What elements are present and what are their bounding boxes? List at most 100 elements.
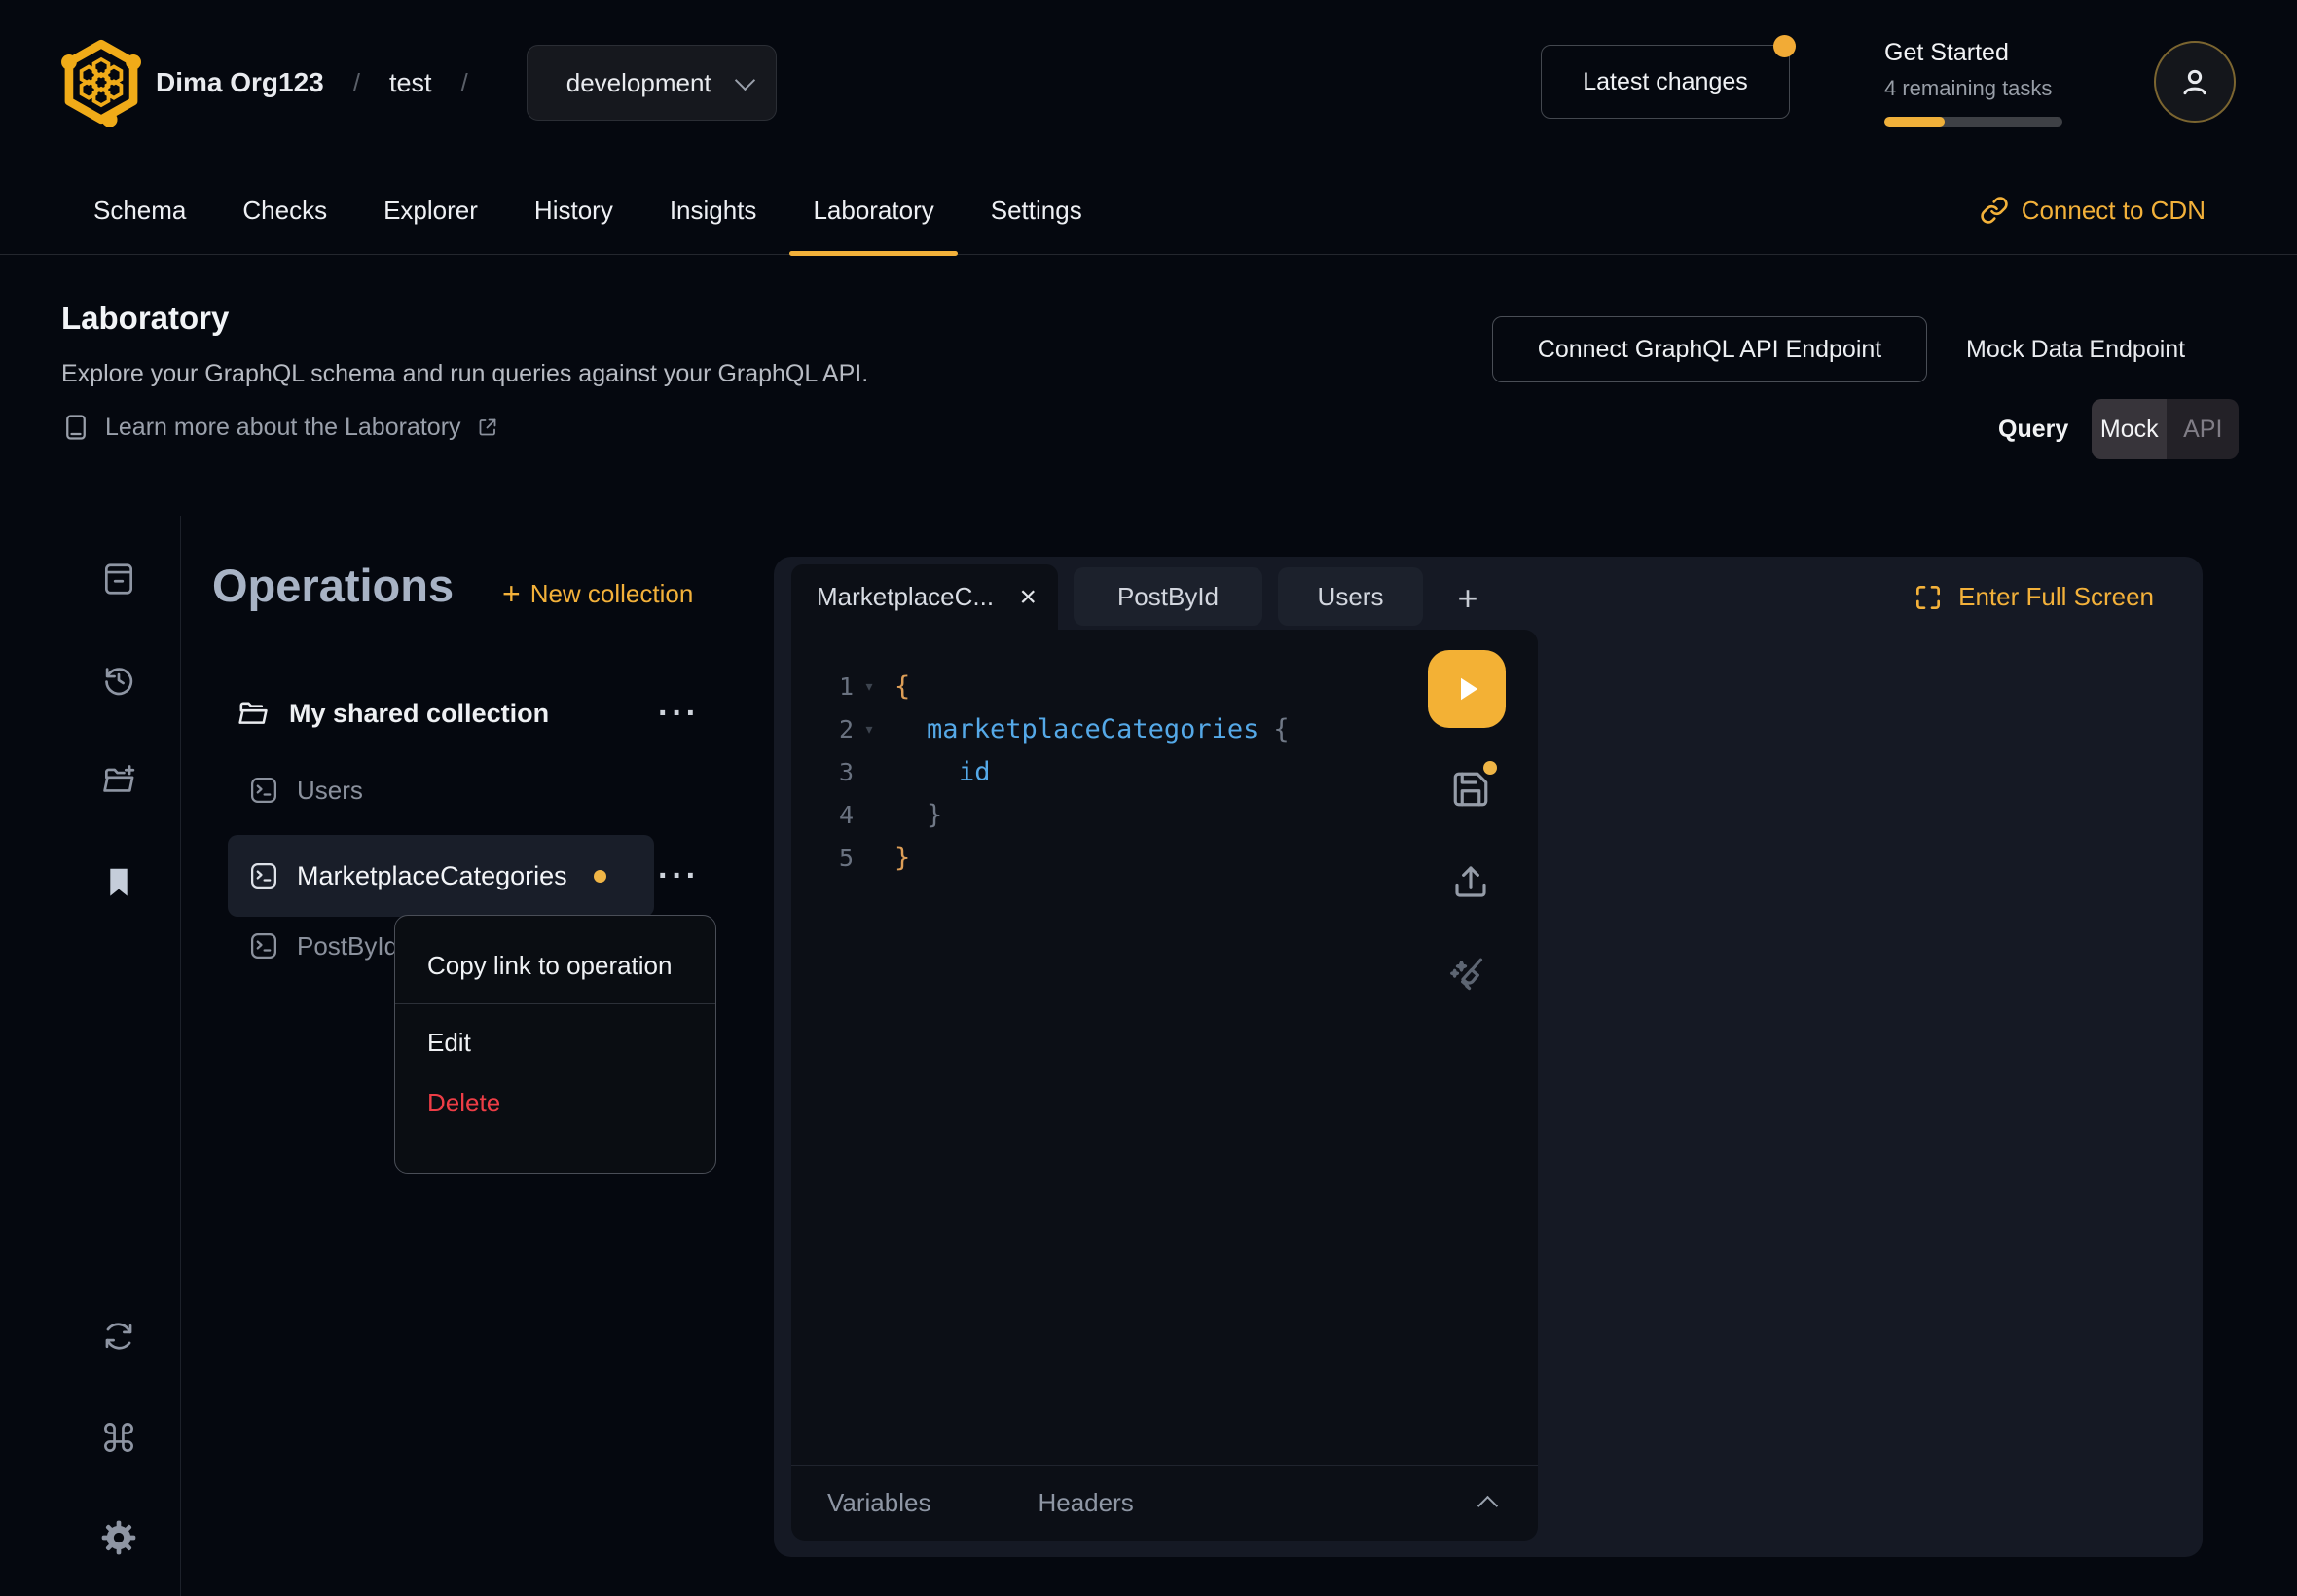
toggle-option-mock[interactable]: Mock [2092, 399, 2167, 459]
tab-history[interactable]: History [506, 165, 641, 255]
rail-new-collection-button[interactable] [96, 758, 141, 803]
unsaved-dot [594, 870, 606, 883]
book-icon [61, 413, 91, 442]
rail-shortcuts-button[interactable] [96, 1415, 141, 1460]
graphos-logo-icon[interactable] [56, 37, 146, 127]
unsaved-dot [1483, 761, 1497, 775]
run-query-button[interactable] [1428, 650, 1506, 728]
connect-graphql-endpoint-button[interactable]: Connect GraphQL API Endpoint [1492, 316, 1927, 382]
operation-more-icon[interactable]: ··· [658, 835, 700, 917]
graph-nav: Schema Checks Explorer History Insights … [0, 165, 2297, 255]
fullscreen-icon [1913, 582, 1944, 613]
tab-explorer[interactable]: Explorer [355, 165, 506, 255]
rail-settings-button[interactable] [96, 1515, 141, 1560]
operation-label: Users [297, 776, 363, 806]
add-tab-icon[interactable]: + [1439, 567, 1497, 630]
collapse-chevron-icon[interactable] [1477, 1496, 1498, 1516]
headers-tab[interactable]: Headers [1038, 1488, 1133, 1518]
code-token-field: marketplaceCategories [927, 714, 1258, 744]
code-line: 2 ▾ marketplaceCategories { [791, 707, 1538, 750]
page-title: Laboratory [61, 300, 229, 337]
upload-icon [1450, 861, 1491, 902]
variant-select[interactable]: development [527, 45, 777, 121]
menu-item-edit[interactable]: Edit [395, 1012, 715, 1072]
sync-icon [100, 1318, 137, 1355]
laboratory-header: Laboratory Explore your GraphQL schema a… [0, 255, 2297, 516]
graph-name[interactable]: test [389, 68, 432, 98]
tab-insights[interactable]: Insights [641, 165, 785, 255]
editor-tab-postbyid[interactable]: PostById [1074, 567, 1262, 626]
mock-data-endpoint-label[interactable]: Mock Data Endpoint [1966, 316, 2185, 382]
line-number: 4 [791, 801, 854, 829]
editor-tab-label: MarketplaceC... [817, 582, 994, 612]
operation-icon [249, 931, 278, 961]
clean-broom-icon [1445, 950, 1490, 997]
prettify-query-button[interactable] [1445, 951, 1490, 996]
new-collection-button[interactable]: + New collection [502, 576, 693, 612]
query-mode-toggle: Mock API [2092, 399, 2239, 459]
code-area[interactable]: 1 ▾ { 2 ▾ marketplaceCategories { 3 id 4 [791, 665, 1538, 879]
code-token: } [894, 843, 910, 873]
line-number: 1 [791, 672, 854, 701]
user-avatar[interactable] [2154, 41, 2236, 123]
operations-title: Operations [212, 559, 454, 612]
code-token: { [1273, 714, 1289, 744]
menu-item-copy-link[interactable]: Copy link to operation [395, 935, 715, 996]
editor-tab-marketplacecategories[interactable]: MarketplaceC... × [791, 564, 1058, 630]
learn-more-link[interactable]: Learn more about the Laboratory [61, 413, 499, 442]
enter-full-screen-label: Enter Full Screen [1958, 582, 2154, 612]
save-icon [1450, 769, 1491, 810]
operation-item-users[interactable]: Users [237, 765, 363, 816]
enter-full-screen-link[interactable]: Enter Full Screen [1913, 564, 2154, 630]
operation-label: MarketplaceCategories [297, 861, 567, 891]
rail-bookmark-button[interactable] [96, 860, 141, 905]
get-started-widget[interactable]: Get Started 4 remaining tasks [1884, 39, 2079, 127]
fold-icon[interactable]: ▾ [854, 719, 885, 740]
query-mode-row: Query Mock API [1998, 399, 2239, 459]
get-started-title: Get Started [1884, 39, 2079, 67]
new-collection-label: New collection [530, 579, 694, 609]
page-description: Explore your GraphQL schema and run quer… [61, 360, 868, 388]
rail-book-button[interactable] [96, 557, 141, 601]
tab-laboratory[interactable]: Laboratory [784, 165, 962, 255]
bookmark-icon [100, 864, 137, 901]
line-number: 3 [791, 758, 854, 786]
operation-item-marketplacecategories[interactable]: MarketplaceCategories [228, 835, 654, 917]
variables-tab[interactable]: Variables [827, 1488, 930, 1518]
connect-to-cdn-label: Connect to CDN [2022, 196, 2206, 226]
editor-tab-bar: MarketplaceC... × PostById Users + [791, 564, 1497, 630]
menu-item-delete[interactable]: Delete [395, 1072, 715, 1133]
learn-more-label: Learn more about the Laboratory [105, 414, 461, 442]
tab-checks[interactable]: Checks [214, 165, 355, 255]
close-tab-icon[interactable]: × [1019, 583, 1037, 612]
fold-icon[interactable]: ▾ [854, 676, 885, 697]
history-icon [100, 662, 137, 699]
query-label: Query [1998, 416, 2068, 444]
chevron-down-icon [735, 70, 755, 91]
command-icon [100, 1419, 137, 1456]
editor-tab-users[interactable]: Users [1278, 567, 1423, 626]
variant-value: development [566, 68, 711, 98]
play-icon [1449, 671, 1484, 707]
code-token: { [894, 671, 910, 702]
code-token-field: id [959, 757, 991, 787]
breadcrumb-separator: / [353, 68, 360, 98]
plus-icon: + [502, 576, 521, 612]
query-editor[interactable]: 1 ▾ { 2 ▾ marketplaceCategories { 3 id 4 [791, 630, 1538, 1541]
connect-to-cdn-link[interactable]: Connect to CDN [1980, 165, 2206, 255]
rail-history-button[interactable] [96, 658, 141, 703]
line-number: 5 [791, 844, 854, 872]
rail-sync-button[interactable] [96, 1314, 141, 1359]
org-name[interactable]: Dima Org123 [156, 67, 324, 98]
save-operation-button[interactable] [1448, 767, 1493, 812]
settings-gear-icon [99, 1518, 138, 1557]
tab-schema[interactable]: Schema [65, 165, 214, 255]
toggle-option-api[interactable]: API [2167, 399, 2239, 459]
operation-item-postbyid[interactable]: PostById [237, 921, 398, 971]
tab-settings[interactable]: Settings [963, 165, 1111, 255]
collection-header[interactable]: My shared collection [228, 687, 549, 740]
latest-changes-button[interactable]: Latest changes [1541, 45, 1790, 119]
share-operation-button[interactable] [1448, 859, 1493, 904]
code-token: } [927, 800, 942, 830]
collection-more-icon[interactable]: ··· [658, 687, 700, 740]
